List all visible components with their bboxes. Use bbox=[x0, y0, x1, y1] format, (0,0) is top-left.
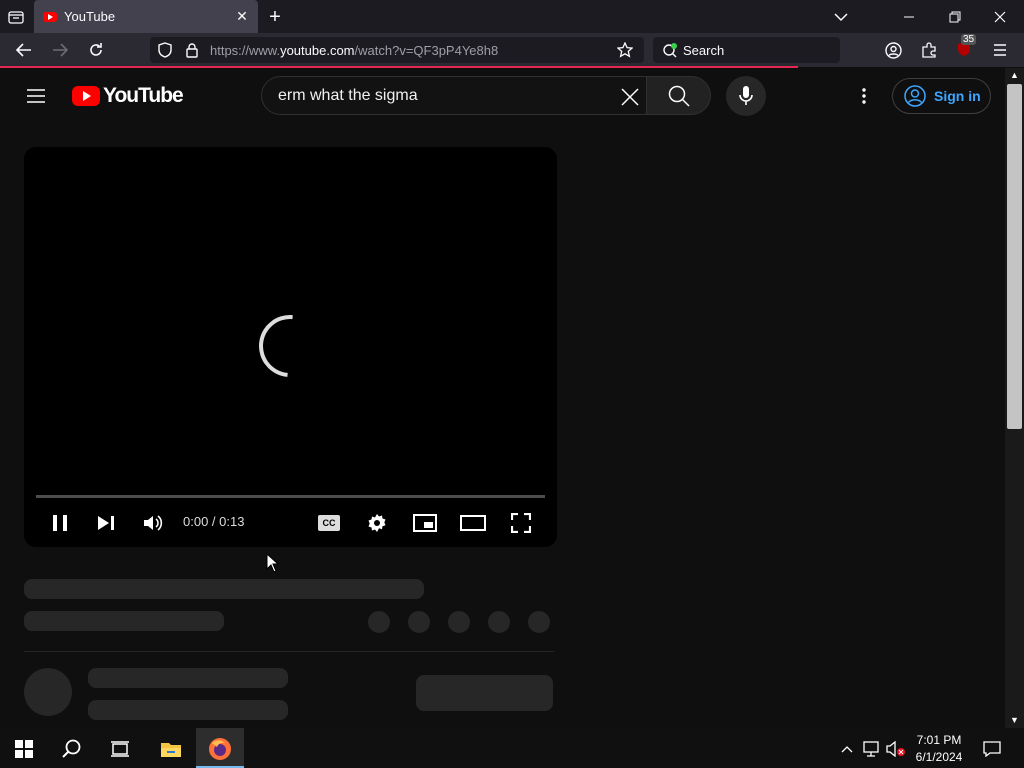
user-circle-icon bbox=[904, 85, 926, 107]
action-placeholder bbox=[448, 611, 470, 633]
pause-icon bbox=[53, 515, 67, 531]
mouse-cursor-icon bbox=[266, 552, 280, 578]
url-bar[interactable]: https://www.youtube.com/watch?v=QF3pP4Ye… bbox=[150, 37, 644, 63]
close-window-icon[interactable] bbox=[989, 6, 1011, 28]
next-icon bbox=[98, 516, 114, 530]
scrollbar-thumb[interactable] bbox=[1007, 84, 1022, 429]
search-engine-icon bbox=[661, 41, 679, 59]
guide-menu-icon[interactable] bbox=[24, 84, 48, 108]
action-placeholder bbox=[528, 611, 550, 633]
lock-icon[interactable] bbox=[183, 41, 201, 59]
gear-icon bbox=[368, 514, 386, 532]
clear-search-icon[interactable] bbox=[618, 85, 642, 109]
subscriber-placeholder bbox=[88, 700, 288, 720]
search-icon bbox=[668, 85, 690, 107]
youtube-search-button[interactable] bbox=[647, 76, 711, 115]
time-display: 0:00 / 0:13 bbox=[183, 514, 245, 529]
theater-icon bbox=[460, 515, 486, 531]
fullscreen-button[interactable] bbox=[508, 510, 534, 536]
clock-time: 7:01 PM bbox=[916, 733, 962, 747]
video-progress-bar[interactable] bbox=[36, 495, 545, 498]
scroll-down-arrow-icon[interactable]: ▼ bbox=[1007, 713, 1022, 727]
pause-button[interactable] bbox=[47, 510, 73, 536]
more-options-kebab-icon[interactable] bbox=[852, 84, 876, 108]
youtube-play-logo-icon bbox=[72, 86, 100, 106]
youtube-favicon-icon bbox=[43, 11, 57, 22]
channel-avatar-placeholder bbox=[24, 668, 72, 716]
file-explorer-icon[interactable] bbox=[158, 737, 184, 761]
tab-title: YouTube bbox=[64, 9, 116, 24]
captions-button[interactable]: CC bbox=[316, 510, 342, 536]
taskbar-search-icon[interactable] bbox=[60, 737, 84, 761]
reload-icon[interactable] bbox=[85, 39, 107, 61]
firefox-view-icon[interactable] bbox=[6, 7, 26, 27]
next-video-button[interactable] bbox=[93, 510, 119, 536]
action-placeholder bbox=[368, 611, 390, 633]
youtube-search-input[interactable] bbox=[278, 86, 608, 105]
volume-button[interactable] bbox=[140, 510, 166, 536]
firefox-icon bbox=[209, 738, 231, 760]
hamburger-menu-icon[interactable] bbox=[989, 39, 1011, 61]
url-text: https://www.youtube.com/watch?v=QF3pP4Ye… bbox=[210, 42, 499, 58]
settings-button[interactable] bbox=[364, 510, 390, 536]
task-view-icon[interactable] bbox=[108, 737, 132, 761]
extension-badge: 35 bbox=[961, 34, 977, 45]
youtube-logo[interactable]: YouTube bbox=[72, 84, 184, 108]
volume-muted-icon[interactable] bbox=[885, 739, 907, 759]
youtube-search-box[interactable] bbox=[261, 76, 647, 115]
theater-mode-button[interactable] bbox=[459, 510, 487, 536]
show-hidden-icons-chevron-icon[interactable] bbox=[839, 739, 855, 759]
restore-window-icon[interactable] bbox=[944, 6, 966, 28]
title-placeholder bbox=[24, 579, 424, 599]
action-placeholder bbox=[488, 611, 510, 633]
tracking-protection-shield-icon[interactable] bbox=[156, 41, 174, 59]
close-tab-icon[interactable]: ✕ bbox=[230, 8, 254, 25]
taskbar-clock[interactable]: 7:01 PM 6/1/2024 bbox=[906, 732, 972, 766]
browser-tab-youtube[interactable]: YouTube ✕ bbox=[34, 0, 258, 33]
microphone-icon bbox=[739, 86, 753, 105]
notifications-icon[interactable] bbox=[981, 738, 1003, 760]
new-tab-icon[interactable]: + bbox=[264, 6, 286, 28]
ublock-extension-icon[interactable]: 35 bbox=[955, 34, 977, 60]
account-icon[interactable] bbox=[882, 39, 904, 61]
back-arrow-icon[interactable] bbox=[13, 39, 35, 61]
minimize-window-icon[interactable] bbox=[898, 6, 920, 28]
scroll-up-arrow-icon[interactable]: ▲ bbox=[1007, 68, 1022, 82]
subscribe-button-placeholder bbox=[416, 675, 553, 711]
sign-in-label: Sign in bbox=[934, 88, 981, 104]
channel-name-placeholder bbox=[88, 668, 288, 688]
browser-search-bar[interactable]: Search bbox=[653, 37, 840, 63]
volume-icon bbox=[144, 515, 163, 531]
youtube-wordmark: YouTube bbox=[103, 84, 184, 107]
search-bar-label: Search bbox=[683, 42, 725, 58]
youtube-page: YouTube Sign in 0:00 / 0:13 CC bbox=[0, 68, 1005, 728]
firefox-taskbar-button[interactable] bbox=[196, 728, 244, 768]
sign-in-button[interactable]: Sign in bbox=[892, 78, 991, 114]
voice-search-button[interactable] bbox=[726, 76, 766, 116]
cc-icon: CC bbox=[318, 515, 340, 531]
browser-tab-bar: YouTube ✕ + bbox=[0, 0, 1024, 33]
windows-start-icon[interactable] bbox=[12, 737, 36, 761]
clock-date: 6/1/2024 bbox=[915, 750, 963, 764]
meta-placeholder bbox=[24, 611, 224, 631]
forward-arrow-icon[interactable] bbox=[49, 39, 71, 61]
list-all-tabs-chevron-icon[interactable] bbox=[830, 6, 852, 28]
miniplayer-icon bbox=[413, 514, 437, 532]
divider bbox=[24, 651, 554, 652]
extensions-puzzle-icon[interactable] bbox=[918, 39, 940, 61]
network-icon[interactable] bbox=[862, 739, 882, 759]
miniplayer-button[interactable] bbox=[412, 510, 438, 536]
fullscreen-icon bbox=[511, 513, 531, 533]
action-placeholder bbox=[408, 611, 430, 633]
bookmark-star-icon[interactable] bbox=[616, 41, 634, 59]
